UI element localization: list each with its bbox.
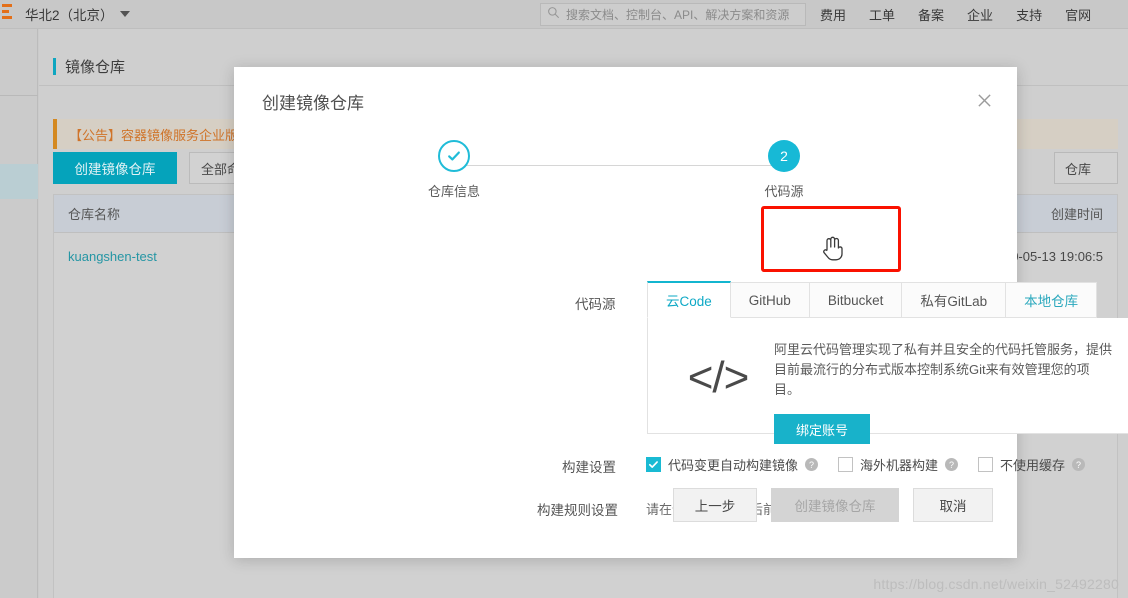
tab-private-gitlab[interactable]: 私有GitLab — [902, 282, 1007, 318]
step-connector-line — [454, 165, 784, 166]
tab-github[interactable]: GitHub — [730, 282, 810, 318]
dialog-footer: 上一步 创建镜像仓库 取消 — [673, 488, 993, 522]
build-options: 代码变更自动构建镜像 ? 海外机器构建 ? 不使用缓存 ? — [646, 455, 1086, 474]
label-overseas-build: 海外机器构建 — [860, 458, 939, 473]
check-icon — [438, 140, 470, 172]
step-number-2: 2 — [768, 140, 800, 172]
label-auto-build: 代码变更自动构建镜像 — [668, 458, 799, 473]
checkbox-no-cache[interactable] — [978, 457, 994, 472]
previous-step-button[interactable]: 上一步 — [673, 488, 757, 522]
help-icon[interactable]: ? — [945, 458, 959, 471]
help-icon[interactable]: ? — [1072, 458, 1086, 471]
code-source-tabs-wrapper: 云Code GitHub Bitbucket 私有GitLab 本地仓库 </>… — [647, 281, 1128, 444]
tab-bitbucket[interactable]: Bitbucket — [809, 282, 903, 318]
label-code-source: 代码源 — [575, 297, 616, 312]
label-build-settings: 构建设置 — [562, 460, 616, 475]
create-repository-dialog: 创建镜像仓库 仓库信息 2 代码源 代码源 云Code GitHub Bitbu… — [234, 67, 1128, 558]
submit-create-repository-button: 创建镜像仓库 — [771, 488, 899, 522]
step-label-repository-info: 仓库信息 — [427, 184, 480, 199]
tab-yuncode[interactable]: 云Code — [647, 281, 731, 318]
code-source-tabs: 云Code GitHub Bitbucket 私有GitLab 本地仓库 — [647, 281, 1128, 318]
option-overseas-build[interactable]: 海外机器构建 ? — [838, 455, 959, 474]
close-icon[interactable] — [973, 89, 995, 111]
checkbox-overseas-build[interactable] — [838, 457, 854, 472]
cancel-button[interactable]: 取消 — [913, 488, 993, 522]
watermark-text: https://blog.csdn.net/weixin_52492280 — [873, 576, 1119, 592]
label-build-rules: 构建规则设置 — [537, 503, 618, 518]
dialog-title: 创建镜像仓库 — [262, 94, 364, 113]
tab-local-repository[interactable]: 本地仓库 — [1006, 282, 1098, 318]
code-source-panel: </> 阿里云代码管理实现了私有并且安全的代码托管服务，提供目前最流行的分布式版… — [647, 318, 1128, 444]
option-auto-build[interactable]: 代码变更自动构建镜像 ? — [646, 455, 819, 474]
step-indicator: 仓库信息 2 代码源 — [409, 140, 829, 202]
panel-description: 阿里云代码管理实现了私有并且安全的代码托管服务，提供目前最流行的分布式版本控制系… — [774, 342, 1113, 397]
help-icon[interactable]: ? — [805, 458, 819, 471]
option-no-cache[interactable]: 不使用缓存 ? — [978, 455, 1086, 474]
panel-body: 阿里云代码管理实现了私有并且安全的代码托管服务，提供目前最流行的分布式版本控制系… — [768, 334, 1112, 444]
label-no-cache: 不使用缓存 — [1000, 458, 1066, 473]
step-code-source[interactable]: 2 代码源 — [739, 140, 829, 200]
app-screen: 华北2（北京） 搜索文档、控制台、API、解决方案和资源 费用 工单 备案 企业… — [0, 0, 1128, 598]
step-repository-info[interactable]: 仓库信息 — [409, 140, 499, 200]
bind-account-button[interactable]: 绑定账号 — [774, 414, 870, 444]
checkbox-auto-build[interactable] — [646, 457, 661, 472]
step-label-code-source: 代码源 — [764, 184, 804, 199]
code-brackets-icon: </> — [687, 353, 750, 402]
